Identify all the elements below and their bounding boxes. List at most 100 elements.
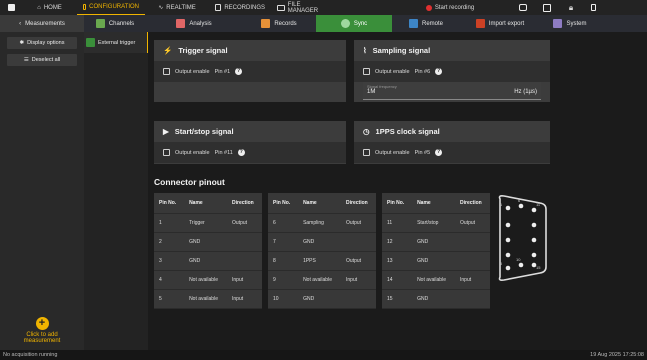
connector-diagram: 1 6 11 5 10 15 — [498, 195, 547, 281]
plus-icon: + — [35, 317, 49, 330]
table-cell: Sampling — [303, 219, 324, 226]
recordings-icon — [215, 4, 222, 11]
table-cell: GND — [303, 238, 315, 245]
unlock-icon — [590, 4, 596, 11]
table-cell: Not available — [303, 276, 332, 283]
back-measurements-button[interactable]: ‹ Measurements — [0, 15, 84, 32]
acquisition-status: No acquisition running — [3, 352, 58, 358]
table-cell: 7 — [273, 238, 276, 245]
table-row: 4 Not available Input — [154, 270, 262, 289]
svg-text:15: 15 — [536, 265, 541, 270]
chevron-left-icon: ‹ — [19, 20, 22, 27]
table-row: 13 GND — [382, 251, 490, 270]
sampling-icon: ⌇ — [363, 46, 367, 55]
sampling-output-checkbox[interactable] — [363, 68, 370, 75]
table-cell: Not available — [417, 276, 446, 283]
start-stop-signal-panel: ▶ Start/stop signal Output enable Pin #11? — [154, 121, 346, 164]
records-icon — [261, 19, 271, 28]
realtime-icon: ∿ — [158, 5, 164, 11]
table-cell: 2 — [159, 238, 162, 245]
table-cell: Output — [346, 219, 362, 226]
analysis-icon — [176, 19, 186, 28]
table-cell: 10 — [273, 295, 279, 302]
help-icon[interactable]: ? — [435, 149, 443, 156]
tab-channels[interactable]: Channels — [84, 15, 146, 32]
app-menu-button[interactable] — [0, 0, 22, 15]
sync-icon — [340, 19, 350, 28]
svg-text:1: 1 — [500, 202, 503, 207]
table-cell: 14 — [387, 276, 393, 283]
lock-button[interactable]: 🔒︎ — [559, 0, 583, 15]
unlock-button[interactable] — [583, 0, 603, 15]
table-row: 3 GND — [154, 251, 262, 270]
table-row: 11 Start/stop Output — [382, 213, 490, 232]
table-cell — [455, 251, 490, 270]
tab-file-manager[interactable]: FILE MANAGER — [271, 0, 337, 15]
display-options-button[interactable]: ✱ Display options — [7, 37, 77, 49]
tab-records[interactable]: Records — [242, 15, 316, 32]
table-row: 9 Not available Input — [268, 270, 376, 289]
tab-analysis[interactable]: Analysis — [146, 15, 242, 32]
sidebar: ✱ Display options ☰ Deselect all + Click t… — [0, 32, 84, 350]
svg-text:5: 5 — [500, 261, 503, 266]
signal-frequency-field[interactable]: Signal frequency 1M Hz (1µs) — [363, 82, 541, 100]
trigger-signal-panel: ⚡ Trigger signal Output enable Pin #1? — [154, 40, 346, 102]
table-row: 12 GND — [382, 232, 490, 251]
help-icon[interactable]: ? — [435, 68, 443, 75]
table-cell: 15 — [387, 295, 393, 302]
tab-recordings[interactable]: RECORDINGS — [209, 0, 271, 15]
tab-home[interactable]: ⌂ HOME — [22, 0, 77, 15]
sidebar-item-external-trigger[interactable]: External trigger — [84, 32, 148, 53]
tab-configuration[interactable]: CONFIGURATION — [77, 0, 145, 15]
gear-icon — [553, 19, 563, 28]
table-cell: Start/stop — [417, 219, 439, 226]
tab-remote[interactable]: Remote — [392, 15, 460, 32]
table-cell: GND — [417, 238, 429, 245]
tab-sync[interactable]: Sync — [316, 15, 392, 32]
list-icon: ☰ — [23, 57, 29, 63]
pps-output-checkbox[interactable] — [363, 149, 370, 156]
trigger-icon — [86, 38, 95, 47]
tab-realtime[interactable]: ∿ REALTIME — [145, 0, 209, 15]
connector-pinout-title: Connector pinout — [154, 177, 225, 187]
add-measurement-button[interactable]: + Click to add measurement — [0, 317, 84, 344]
home-icon: ⌂ — [37, 4, 41, 11]
config-icon — [83, 4, 87, 10]
clock-icon: ◷ — [363, 127, 370, 136]
remote-icon — [408, 19, 418, 28]
start-recording-button[interactable]: Start recording — [389, 0, 511, 15]
trigger-output-checkbox[interactable] — [163, 68, 170, 75]
pinout-table-1: Pin No. Name Direction 1 Trigger Output 2 GND… — [154, 193, 262, 309]
table-cell — [227, 232, 262, 251]
gear-icon: ✱ — [19, 40, 25, 46]
deselect-all-button[interactable]: ☰ Deselect all — [7, 54, 77, 66]
table-cell: GND — [417, 257, 429, 264]
table-cell — [455, 232, 490, 251]
startstop-output-checkbox[interactable] — [163, 149, 170, 156]
table-cell: GND — [303, 295, 315, 302]
table-row: 8 1PPS Output — [268, 251, 376, 270]
layout-icon — [543, 3, 551, 12]
table-row: 14 Not available Input — [382, 270, 490, 289]
table-row: 6 Sampling Output — [268, 213, 376, 232]
table-cell: 4 — [159, 276, 162, 283]
table-cell: 12 — [387, 238, 393, 245]
top-nav: ⌂ HOME CONFIGURATION ∿ REALTIME RECORDINGS… — [0, 0, 647, 15]
camera-button[interactable] — [511, 0, 535, 15]
pps-clock-signal-panel: ◷ 1PPS clock signal Output enable Pin #5? — [354, 121, 550, 164]
help-icon[interactable]: ? — [237, 149, 245, 156]
play-icon: ▶ — [163, 127, 169, 136]
table-cell: Output — [232, 219, 248, 226]
trigger-icon: ⚡ — [163, 46, 173, 55]
channels-icon — [95, 19, 105, 28]
table-cell: Input — [232, 295, 244, 302]
table-cell — [341, 289, 376, 308]
table-row: 15 GND — [382, 289, 490, 308]
tab-import-export[interactable]: Import export — [460, 15, 540, 32]
table-cell: 13 — [387, 257, 393, 264]
help-icon[interactable]: ? — [235, 68, 243, 75]
app-icon — [7, 4, 15, 11]
layout-button[interactable] — [535, 0, 559, 15]
tab-system[interactable]: System — [540, 15, 600, 32]
table-row: 10 GND — [268, 289, 376, 308]
